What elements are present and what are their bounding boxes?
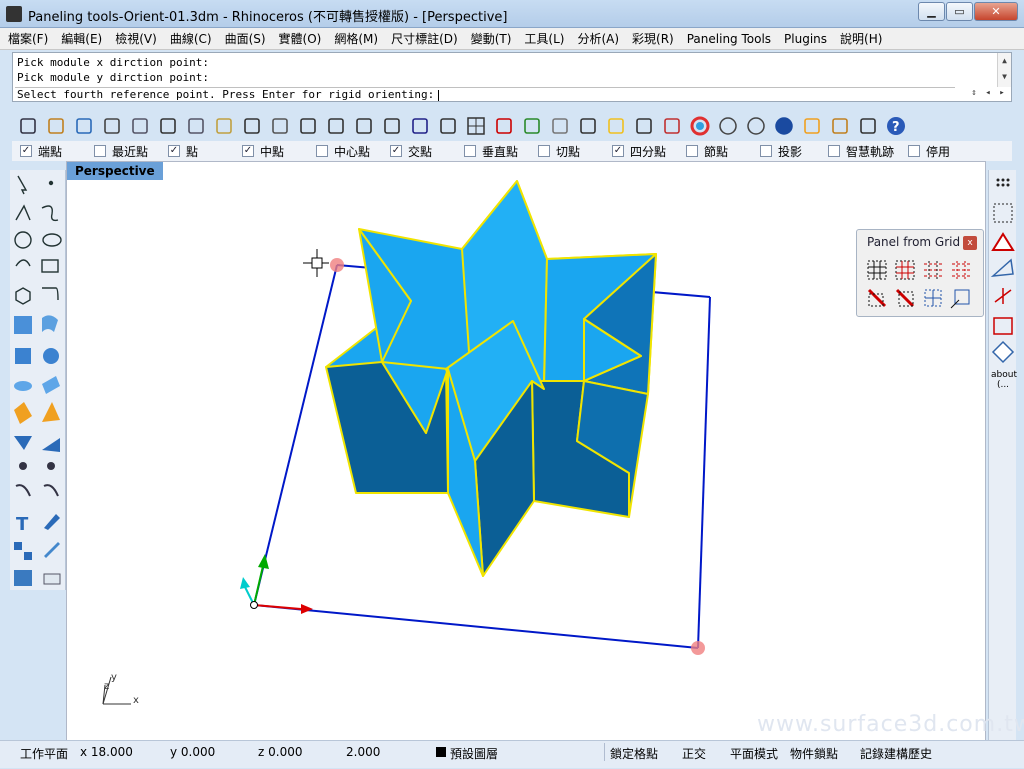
frame-edge-left (253, 264, 338, 606)
status-planar[interactable]: 平面模式 (730, 745, 778, 762)
panel-orient-icon[interactable] (949, 286, 973, 310)
layer-color-swatch (436, 747, 446, 757)
axis-x-label: x (133, 695, 139, 706)
status-x: x 18.000 (80, 745, 133, 759)
viewport-tab-label: Perspective (67, 162, 163, 180)
reference-point[interactable] (691, 641, 705, 655)
status-grid-snap[interactable]: 鎖定格點 (610, 745, 658, 762)
panel-grid-3d-icon[interactable] (949, 258, 973, 282)
panel-morph-3d-icon[interactable] (893, 286, 917, 310)
reference-point[interactable] (330, 258, 344, 272)
frame-edge-right (697, 296, 711, 649)
status-separator (604, 743, 605, 761)
status-z: z 0.000 (258, 745, 303, 759)
panel-morph-icon[interactable] (865, 286, 889, 310)
perspective-viewport[interactable]: www.surface3d.com.tw Perspective x y z (66, 161, 1024, 741)
axis-z-label: z (104, 681, 110, 692)
panel-close-button[interactable]: x (963, 236, 977, 250)
status-cplane[interactable]: 工作平面 (20, 745, 68, 762)
panel-grid-offset-icon[interactable] (893, 258, 917, 282)
panel-flat-icon[interactable] (921, 286, 945, 310)
status-y: y 0.000 (170, 745, 216, 759)
crosshair-cursor-icon (303, 249, 329, 277)
status-layer[interactable]: 預設圖層 (450, 745, 498, 762)
axis-y-label: y (111, 672, 117, 683)
panel-from-grid-toolbar: Panel from Grid x (856, 229, 984, 317)
status-ortho[interactable]: 正交 (682, 745, 706, 762)
status-bar: 工作平面 x 18.000 y 0.000 z 0.000 2.000 預設圖層… (0, 740, 1024, 768)
origin-axes (240, 554, 313, 614)
panel-title: Panel from Grid (867, 235, 961, 249)
status-history[interactable]: 記錄建構歷史 (860, 745, 932, 762)
module-geometry[interactable] (325, 180, 657, 577)
status-osnap[interactable]: 物件鎖點 (790, 745, 838, 762)
panel-grid-icon[interactable] (865, 258, 889, 282)
viewport-scene[interactable] (1, 1, 1024, 769)
status-distance: 2.000 (346, 745, 381, 759)
frame-edge-bottom (253, 604, 699, 649)
panel-grid-custom-icon[interactable] (921, 258, 945, 282)
